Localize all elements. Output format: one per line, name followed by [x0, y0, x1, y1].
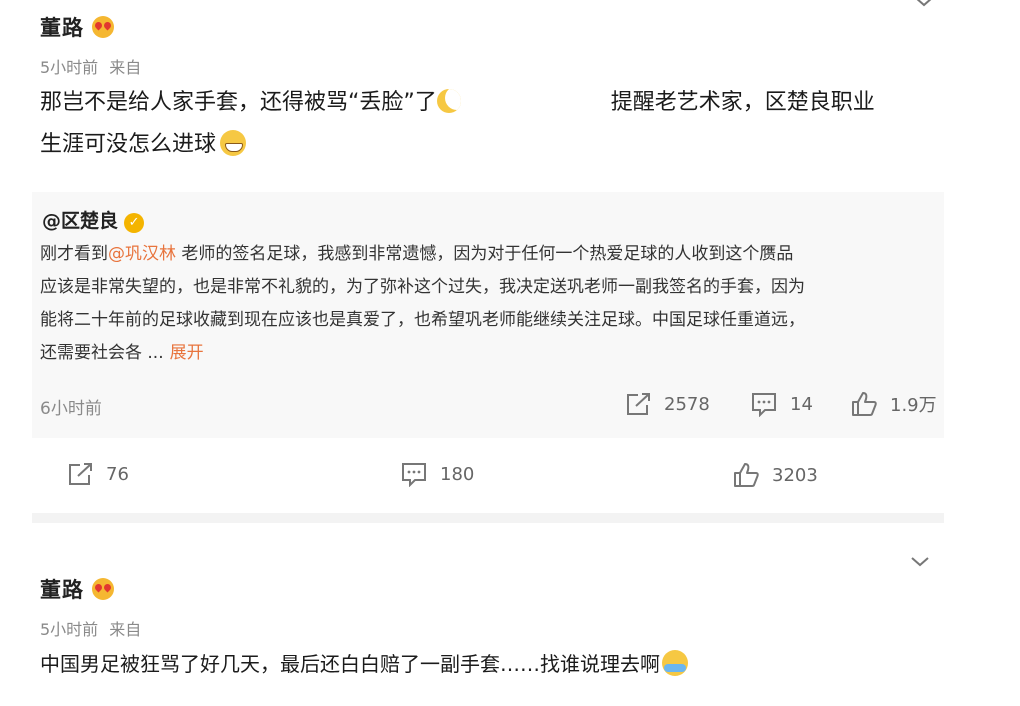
moon-emoji-icon — [436, 89, 461, 113]
heart-eyes-emoji-icon — [92, 578, 115, 600]
like-button[interactable]: 3203 — [732, 462, 818, 488]
verified-badge-icon: ✓ — [124, 213, 145, 233]
repost-comment-button[interactable]: 14 — [750, 391, 813, 417]
comment-source: 来自 — [109, 58, 142, 77]
heart-eyes-emoji-icon — [92, 16, 115, 38]
repost-author[interactable]: @区楚良 ✓ — [42, 206, 145, 233]
comment-icon — [752, 393, 776, 417]
expand-link[interactable]: 展开 — [170, 343, 204, 363]
comment-source: 来自 — [109, 620, 142, 639]
repost-time: 6小时前 — [40, 399, 102, 419]
comment-meta: 5小时前 来自 — [40, 616, 141, 640]
comment: 董路 5小时前 来自 那岂不是给人家手套，还得被骂“丢脸”了 提醒老艺术家，区楚良… — [0, 0, 1020, 525]
grin-emoji-icon — [220, 130, 247, 156]
chevron-down-icon[interactable] — [908, 556, 932, 570]
like-icon — [852, 392, 877, 416]
comment-text: 中国男足被狂骂了好几天，最后还白白赔了一副手套……找谁说理去啊 — [40, 643, 960, 685]
repost-button[interactable]: 76 — [66, 461, 129, 487]
comment-author[interactable]: 董路 — [40, 12, 115, 42]
cry-emoji-icon — [662, 650, 688, 676]
comment-button[interactable]: 180 — [400, 461, 474, 487]
like-icon — [734, 463, 759, 487]
comment-text: 那岂不是给人家手套，还得被骂“丢脸”了 提醒老艺术家，区楚良职业 生涯可没怎么进球 — [40, 89, 875, 157]
repost-text: 刚才看到@巩汉林 老师的签名足球，我感到非常遗憾，因为对于任何一个热爱足球的人收… — [40, 244, 805, 363]
divider — [32, 513, 944, 523]
repost-icon — [69, 463, 92, 485]
reposted-post[interactable]: @区楚良 ✓ 刚才看到@巩汉林 老师的签名足球，我感到非常遗憾，因为对于任何一个热… — [32, 192, 944, 438]
mention-link[interactable]: @巩汉林 — [108, 244, 176, 264]
repost-repost-button[interactable]: 2578 — [624, 391, 710, 417]
comment-meta: 5小时前 来自 — [40, 54, 141, 78]
comment-author[interactable]: 董路 — [40, 574, 115, 604]
comment: 董路 5小时前 来自 中国男足被狂骂了好几天，最后还白白赔了一副手套……找谁说理… — [0, 540, 1020, 706]
repost-like-button[interactable]: 1.9万 — [850, 391, 937, 417]
repost-icon — [627, 393, 650, 415]
comment-icon — [402, 463, 426, 487]
comment-time: 5小时前 — [40, 58, 99, 77]
comment-time: 5小时前 — [40, 620, 99, 639]
